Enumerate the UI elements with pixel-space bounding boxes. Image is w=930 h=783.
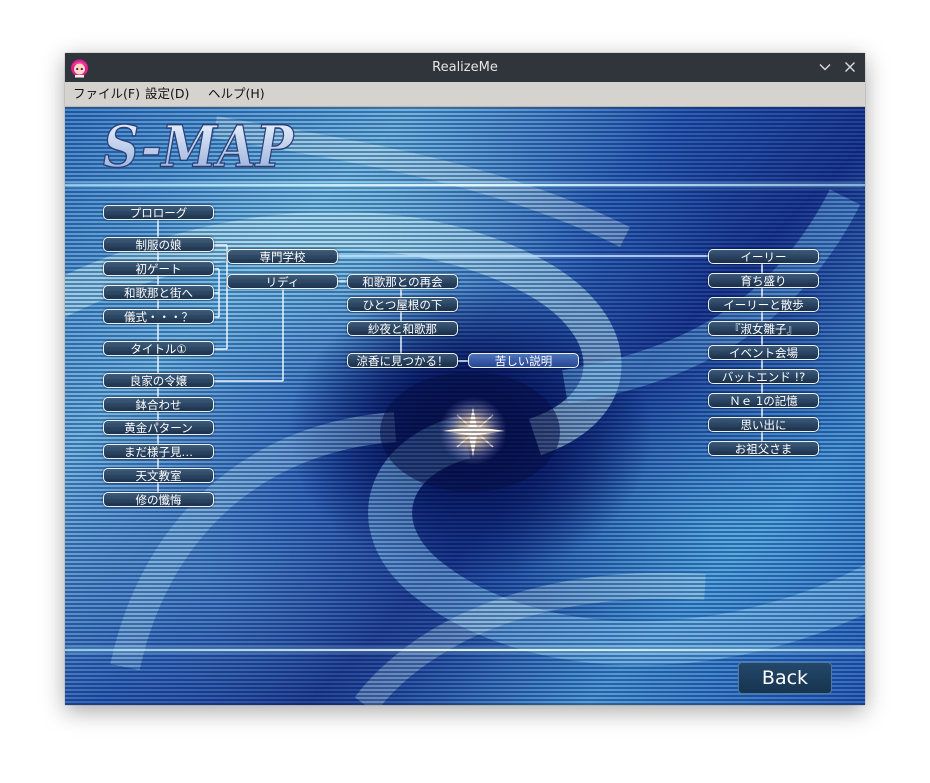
scene-node-golden-pattern[interactable]: 黄金パターン (103, 420, 214, 435)
app-window: RealizeMe ファイル(F) 設定(D) ヘルプ(H) S-MAP プロロ… (65, 53, 865, 705)
scene-node-wait-and-see[interactable]: まだ様子見… (103, 444, 214, 459)
menu-help[interactable]: ヘルプ(H) (208, 82, 265, 106)
scene-node-wakana-town[interactable]: 和歌那と街へ (103, 285, 214, 300)
scene-node-run-into[interactable]: 鉢合わせ (103, 397, 214, 412)
scene-node-eeley[interactable]: イーリー (708, 249, 819, 264)
scene-node-suzuka-found[interactable]: 涼香に見つかる！ (347, 353, 458, 368)
scene-node-saya-wakana[interactable]: 紗夜と和歌那 (347, 321, 458, 336)
scene-node-memories[interactable]: 思い出に (708, 417, 819, 432)
logo-text: S-MAP (103, 115, 295, 177)
scene-node-grandfather[interactable]: お祖父さま (708, 441, 819, 456)
scene-node-bad-end[interactable]: バットエンド !? (708, 369, 819, 384)
close-icon (845, 62, 855, 72)
menu-settings[interactable]: 設定(D) (145, 82, 189, 106)
scene-node-ne1-memory[interactable]: Ｎｅ 1の記憶 (708, 393, 819, 408)
scene-node-first-gate[interactable]: 初ゲート (103, 261, 214, 276)
chevron-down-icon (819, 64, 831, 71)
scene-node-event-venue[interactable]: イベント会場 (708, 345, 819, 360)
close-button[interactable] (841, 58, 859, 76)
scene-node-vocational-school[interactable]: 専門学校 (227, 249, 338, 264)
scene-node-wakana-reunion[interactable]: 和歌那との再会 (347, 274, 458, 289)
scenario-map-screen: S-MAP プロローグ 制服の娘 初ゲート 和歌那と街へ 儀式・・・？ タイトル… (65, 107, 865, 705)
scene-node-prologue[interactable]: プロローグ (103, 205, 214, 220)
scene-node-lidy[interactable]: リディ (227, 274, 338, 289)
window-title: RealizeMe (432, 60, 498, 75)
scene-node-painful-explanation[interactable]: 苦しい説明 (468, 353, 579, 368)
scene-node-osamu-repentance[interactable]: 修の懺悔 (103, 492, 214, 507)
scene-node-growing-up[interactable]: 育ち盛り (708, 273, 819, 288)
scene-node-good-family-lady[interactable]: 良家の令嬢 (103, 373, 214, 388)
scene-node-one-roof[interactable]: ひとつ屋根の下 (347, 297, 458, 312)
scene-node-uniform-girl[interactable]: 制服の娘 (103, 237, 214, 252)
scene-node-astronomy-class[interactable]: 天文教室 (103, 468, 214, 483)
scene-node-ritual[interactable]: 儀式・・・？ (103, 309, 214, 324)
s-map-logo: S-MAP (102, 115, 295, 177)
footer-divider (65, 649, 865, 651)
menu-bar: ファイル(F) 設定(D) ヘルプ(H) (65, 82, 865, 107)
scene-node-title-1[interactable]: タイトル① (103, 341, 214, 356)
menu-file[interactable]: ファイル(F) (73, 82, 140, 106)
title-bar[interactable]: RealizeMe (65, 53, 865, 82)
scene-node-eeley-walk[interactable]: イーリーと散歩 (708, 297, 819, 312)
scene-node-lady-hinako[interactable]: 『淑女雛子』 (708, 321, 819, 336)
back-button[interactable]: Back (738, 662, 832, 694)
minimize-button[interactable] (816, 58, 834, 76)
header-divider (65, 184, 865, 186)
